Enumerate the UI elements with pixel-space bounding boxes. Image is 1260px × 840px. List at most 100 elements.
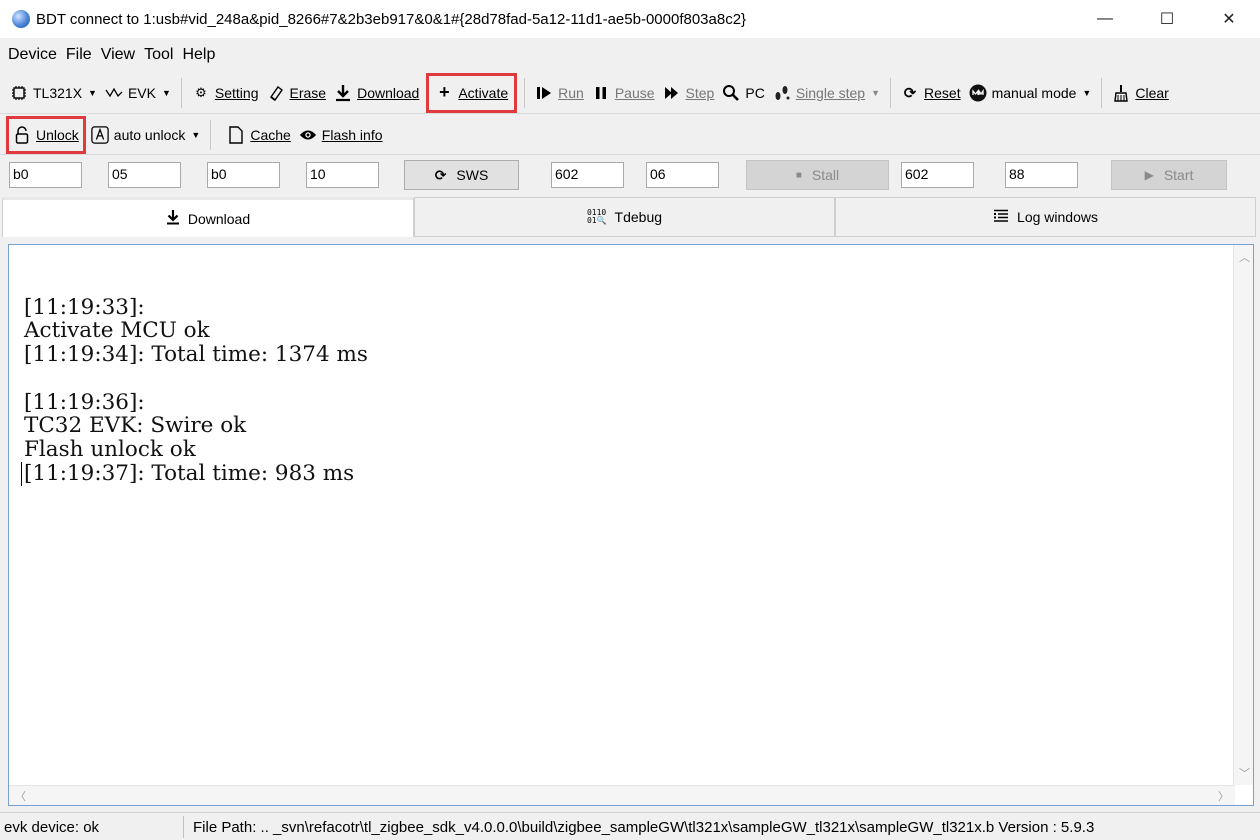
tab-log-windows-label: Log windows [1017, 209, 1098, 225]
scroll-right-icon[interactable]: 〉 [1218, 788, 1229, 804]
activate-label: Activate [458, 84, 509, 101]
footsteps-icon [773, 84, 791, 102]
auto-icon [91, 125, 109, 144]
main-toolbar: TL321X ▼ EVK ▼ ⚙ Setting Erase Download … [0, 72, 1260, 114]
step-button[interactable]: Step [659, 78, 719, 108]
reset-label: Reset [924, 84, 961, 101]
erase-button[interactable]: Erase [263, 78, 331, 108]
stall-label: Stall [811, 167, 840, 183]
tab-tdebug[interactable]: 0110 01🔍 Tdebug [414, 197, 835, 237]
search-icon [722, 84, 740, 102]
plus-icon: + [439, 82, 450, 102]
window-controls: — ☐ ✕ [1074, 0, 1260, 38]
binary-search-icon: 0110 01🔍 [586, 208, 607, 225]
activate-button[interactable]: + Activate [426, 72, 518, 113]
log-output[interactable]: [11:19:33]: Activate MCU ok [11:19:34]: To… [8, 244, 1254, 806]
address-field-1[interactable]: b0 [9, 162, 82, 188]
vertical-scrollbar[interactable]: ︿ ﹀ [1233, 245, 1253, 785]
run-label: Run [558, 84, 584, 101]
list-icon [993, 209, 1009, 226]
toolbar-separator [180, 77, 182, 108]
setting-label: Setting [214, 84, 259, 101]
single-step-select[interactable]: Single step ▼ [769, 78, 884, 108]
log-line: [11:19:33]: [24, 294, 145, 320]
chevron-down-icon: ▼ [161, 87, 171, 98]
scroll-down-icon[interactable]: ﹀ [1239, 765, 1250, 781]
toolbar-separator [1101, 77, 1103, 108]
file-icon [227, 125, 245, 144]
title-bar: BDT connect to 1:usb#vid_248a&pid_8266#7… [0, 0, 1260, 38]
waveform-icon [105, 84, 123, 102]
flash-info-button[interactable]: Flash info [295, 120, 387, 150]
pc-button[interactable]: PC [718, 78, 768, 108]
toolbar-separator [890, 77, 892, 108]
run-button[interactable]: Run [531, 78, 588, 108]
scroll-up-icon[interactable]: ︿ [1239, 249, 1250, 265]
cache-button[interactable]: Cache [223, 120, 294, 150]
log-line: [11:19:34]: Total time: 1374 ms [24, 342, 368, 368]
value-field-3[interactable]: 06 [646, 162, 719, 188]
address-field-3[interactable]: 602 [551, 162, 624, 188]
stop-icon: ■ [795, 169, 802, 181]
value-field-1[interactable]: 05 [108, 162, 181, 188]
run-icon [535, 84, 553, 102]
value-field-2[interactable]: 10 [306, 162, 379, 188]
evk-label: EVK [127, 84, 156, 101]
manual-mode-label: manual mode [991, 84, 1077, 101]
manual-mode-select[interactable]: manual mode ▼ [965, 78, 1096, 108]
value-field-4[interactable]: 88 [1005, 162, 1078, 188]
unlock-button[interactable]: Unlock [6, 115, 86, 154]
setting-button[interactable]: ⚙ Setting [188, 78, 263, 108]
horizontal-scrollbar[interactable]: 〈 〉 [9, 785, 1235, 805]
tab-bar: Download 0110 01🔍 Tdebug Log windows [0, 197, 1260, 237]
download-icon [334, 84, 352, 102]
scroll-left-icon[interactable]: 〈 [15, 788, 26, 804]
sws-label: SWS [456, 167, 489, 183]
toolbar-separator [210, 119, 212, 150]
download-label: Download [357, 84, 420, 101]
tab-download-label: Download [187, 210, 251, 227]
broom-icon [1112, 84, 1130, 102]
menu-file[interactable]: File [66, 46, 92, 64]
log-text: [11:19:33]: Activate MCU ok [11:19:34]: To… [24, 272, 368, 485]
tab-log-windows[interactable]: Log windows [835, 197, 1256, 237]
download-icon [166, 209, 180, 228]
chip-label: TL321X [33, 84, 83, 101]
log-line: TC32 EVK: Swire ok [24, 413, 247, 439]
minimize-button[interactable]: — [1074, 0, 1136, 38]
clear-button[interactable]: Clear [1108, 78, 1172, 108]
chevron-down-icon: ▼ [191, 129, 201, 140]
refresh-icon: ⟳ [903, 84, 917, 102]
file-path-status: File Path: .. _svn\refacotr\tl_zigbee_sd… [193, 819, 1095, 836]
menu-help[interactable]: Help [182, 46, 215, 64]
menu-tool[interactable]: Tool [144, 46, 173, 64]
device-status: evk device: ok [4, 819, 100, 836]
chip-select[interactable]: TL321X ▼ [6, 78, 101, 108]
flash-info-label: Flash info [321, 126, 383, 143]
tab-download[interactable]: Download [2, 197, 414, 237]
status-divider [183, 816, 184, 838]
auto-unlock-select[interactable]: auto unlock ▼ [87, 120, 205, 150]
app-icon [12, 10, 30, 28]
secondary-toolbar: Unlock auto unlock ▼ Cache Flash info [0, 115, 1260, 155]
pause-button[interactable]: Pause [588, 78, 659, 108]
chevron-down-icon: ▼ [88, 87, 97, 98]
evk-select[interactable]: EVK ▼ [101, 78, 175, 108]
reset-button[interactable]: ⟳ Reset [897, 78, 965, 108]
clear-label: Clear [1135, 84, 1169, 101]
pc-label: PC [745, 84, 765, 101]
address-field-2[interactable]: b0 [207, 162, 280, 188]
menu-device[interactable]: Device [8, 46, 57, 64]
maximize-button[interactable]: ☐ [1136, 0, 1198, 38]
stall-button[interactable]: ■ Stall [746, 160, 889, 190]
log-line: Flash unlock ok [24, 436, 196, 462]
menu-bar: Device File View Tool Help [0, 40, 1260, 70]
sws-button[interactable]: ⟳ SWS [404, 160, 519, 190]
address-field-4[interactable]: 602 [901, 162, 974, 188]
menu-view[interactable]: View [101, 46, 135, 64]
log-line: [11:19:37]: Total time: 983 ms [24, 460, 355, 486]
register-fields-row: b0 05 b0 10 ⟳ SWS 602 06 ■ Stall 602 88 … [0, 157, 1260, 195]
close-button[interactable]: ✕ [1198, 0, 1260, 38]
download-button[interactable]: Download [330, 78, 423, 108]
start-button[interactable]: ▶ Start [1111, 160, 1227, 190]
